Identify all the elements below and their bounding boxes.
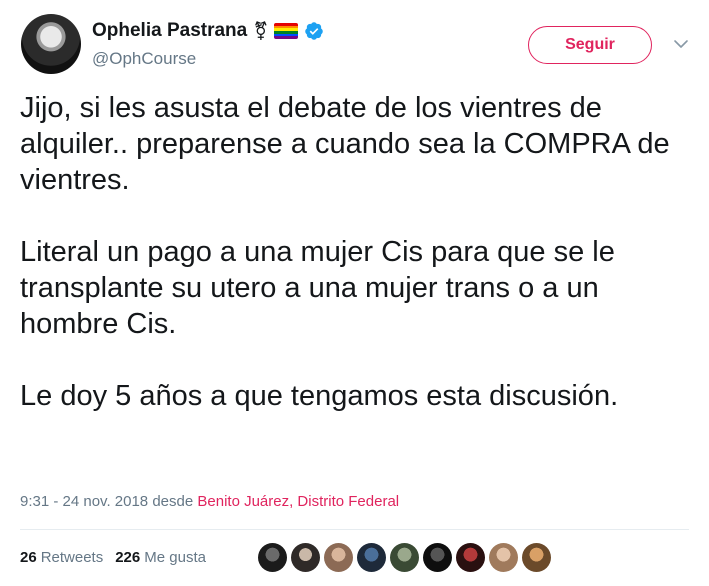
liker-avatar[interactable] xyxy=(456,543,485,572)
author-avatar[interactable] xyxy=(21,14,81,74)
liker-avatar[interactable] xyxy=(522,543,551,572)
verified-badge-icon xyxy=(304,21,324,41)
tweet-paragraph: Jijo, si les asusta el debate de los vie… xyxy=(20,92,670,196)
liker-avatar[interactable] xyxy=(423,543,452,572)
likes-stat[interactable]: 226 Me gusta xyxy=(115,549,206,566)
liker-avatar[interactable] xyxy=(324,543,353,572)
retweets-stat[interactable]: 26 Retweets xyxy=(20,549,103,566)
retweets-count: 26 xyxy=(20,548,37,566)
liker-avatar[interactable] xyxy=(357,543,386,572)
from-label: desde xyxy=(152,493,194,510)
transgender-symbol-icon: ⚧ xyxy=(253,21,269,41)
author-name-row: Ophelia Pastrana ⚧ xyxy=(92,18,324,44)
rainbow-flag-icon xyxy=(274,23,299,39)
chevron-down-icon[interactable] xyxy=(673,36,689,52)
likes-label: Me gusta xyxy=(144,548,206,566)
liker-avatar[interactable] xyxy=(489,543,518,572)
tweet-stats: 26 Retweets 226 Me gusta xyxy=(20,546,218,568)
tweet-text: Jijo, si les asusta el debate de los vie… xyxy=(20,90,700,450)
liker-avatars xyxy=(258,543,551,572)
liker-avatar[interactable] xyxy=(390,543,419,572)
tweet-timestamp[interactable]: 9:31 - 24 nov. 2018 xyxy=(20,493,148,510)
liker-avatar[interactable] xyxy=(258,543,287,572)
likes-count: 226 xyxy=(115,548,141,566)
follow-button[interactable]: Seguir xyxy=(528,26,652,64)
retweets-label: Retweets xyxy=(40,548,104,566)
divider xyxy=(20,529,689,530)
author-name[interactable]: Ophelia Pastrana xyxy=(92,20,247,42)
tweet-paragraph: Literal un pago a una mujer Cis para que… xyxy=(20,236,615,340)
liker-avatar[interactable] xyxy=(291,543,320,572)
author-handle[interactable]: @OphCourse xyxy=(92,49,196,69)
tweet-location[interactable]: Benito Juárez, Distrito Federal xyxy=(197,493,399,510)
tweet-meta: 9:31 - 24 nov. 2018 desde Benito Juárez,… xyxy=(20,493,399,510)
tweet-paragraph: Le doy 5 años a que tengamos esta discus… xyxy=(20,380,619,412)
